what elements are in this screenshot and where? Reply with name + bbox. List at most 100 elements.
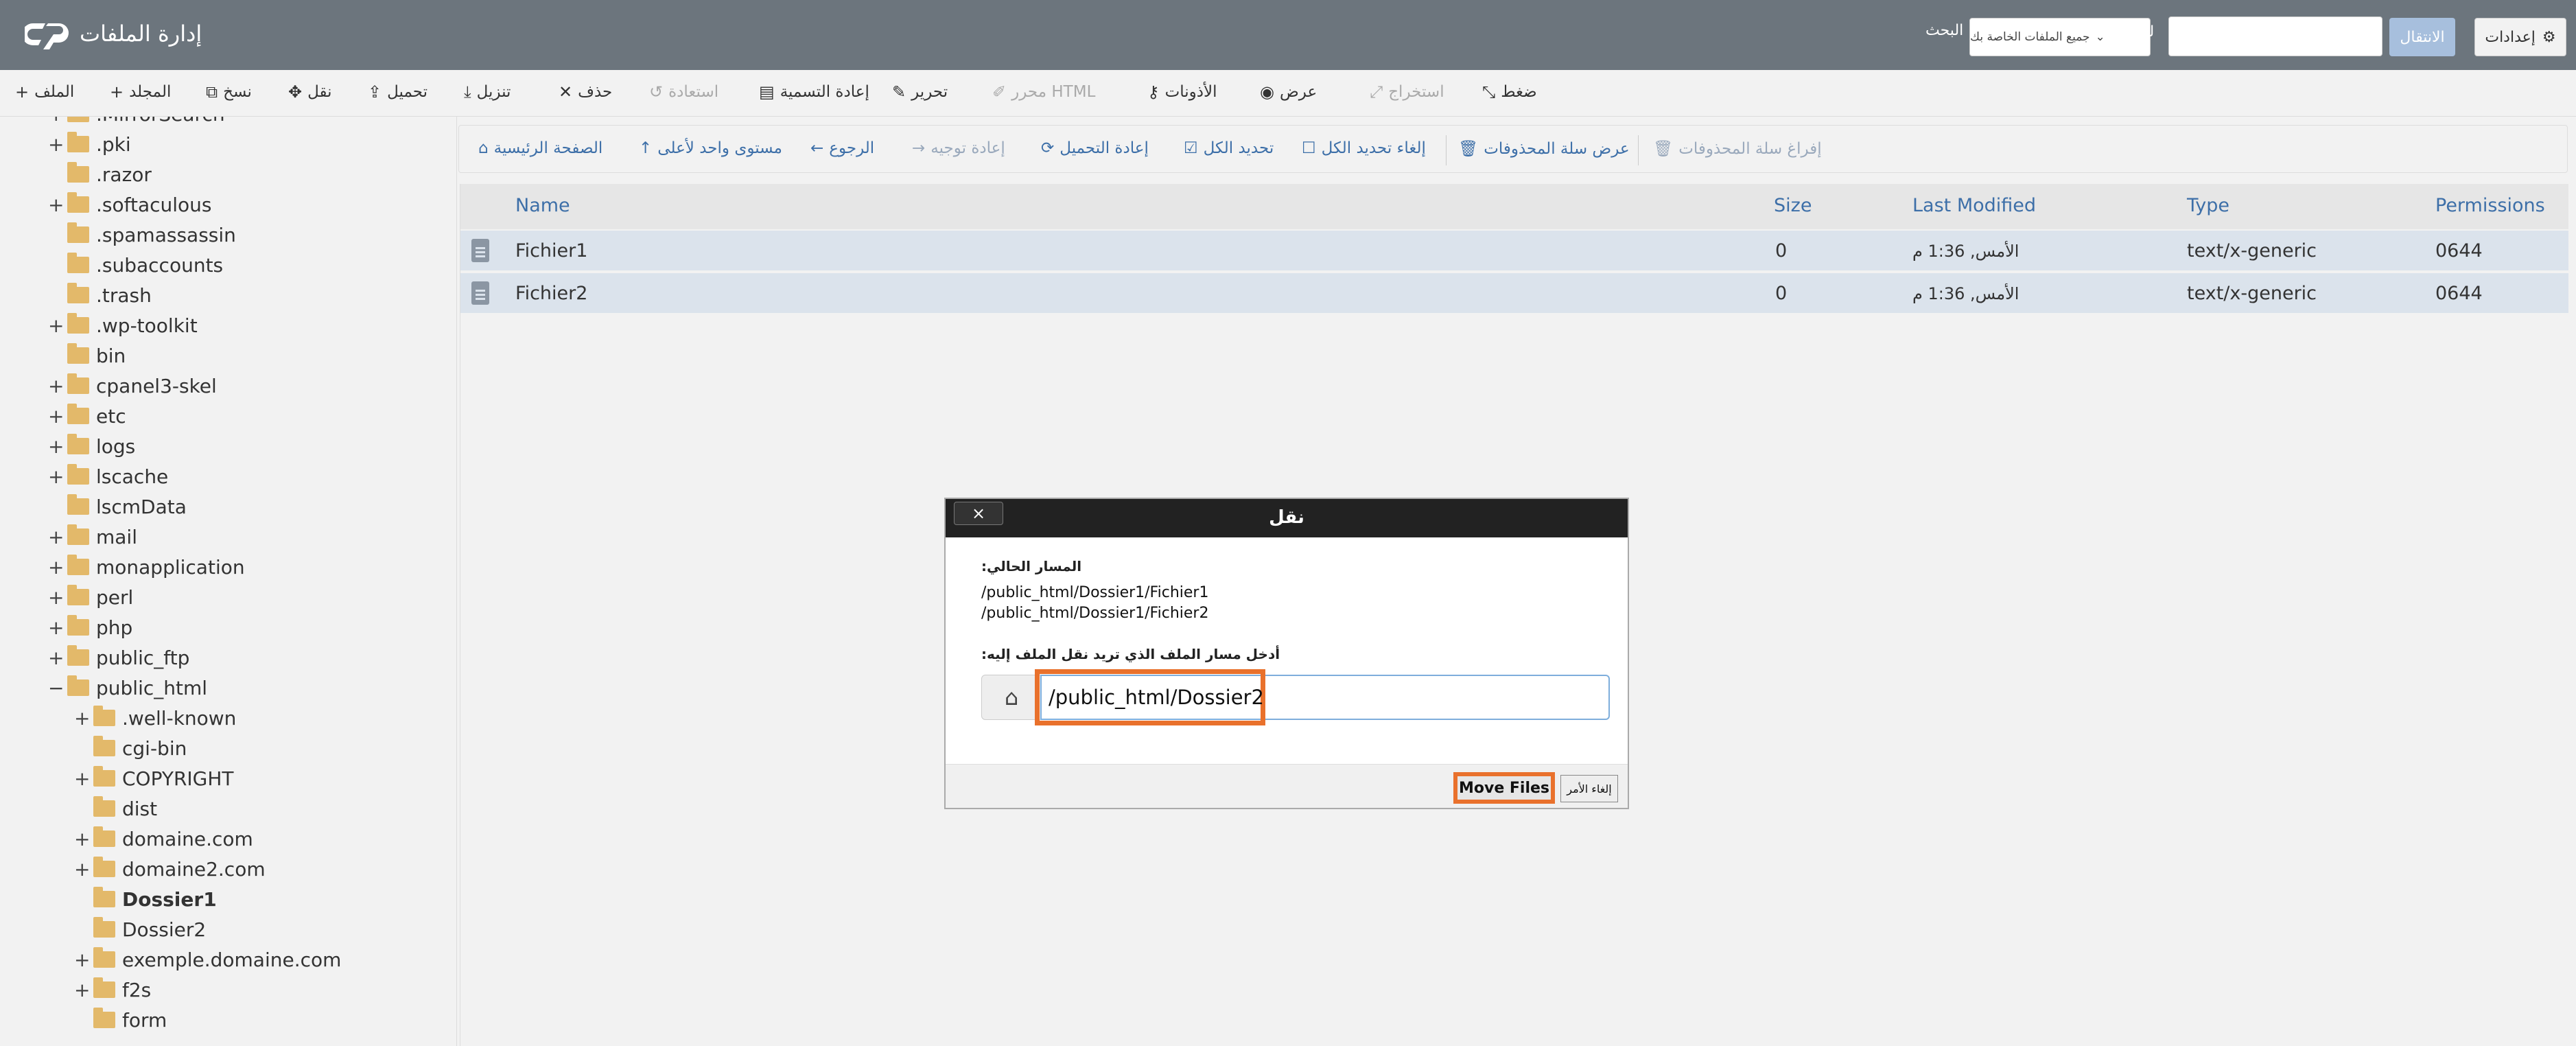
folder-icon <box>67 132 89 152</box>
new-file-button[interactable]: + الملف <box>15 82 74 102</box>
tree-item[interactable]: + .pki <box>48 130 131 158</box>
move-files-button[interactable]: Move Files <box>1453 772 1555 804</box>
select-all-button[interactable]: ☑ تحديد الكل <box>1184 139 1274 157</box>
expand-icon[interactable]: + <box>74 707 90 730</box>
tree-item-label: form <box>122 1008 167 1032</box>
column-name[interactable]: Name <box>515 195 570 216</box>
collapse-icon[interactable]: − <box>48 677 64 699</box>
tree-item[interactable]: + perl <box>48 583 133 611</box>
tree-item[interactable]: + logs <box>48 432 135 460</box>
column-size[interactable]: Size <box>1774 195 1812 216</box>
folder-icon <box>93 857 115 877</box>
tree-item[interactable]: + mail <box>48 523 137 550</box>
column-last-modified[interactable]: Last Modified <box>1912 195 2036 216</box>
expand-icon[interactable]: + <box>48 117 64 126</box>
column-permissions[interactable]: Permissions <box>2435 195 2545 216</box>
expand-icon[interactable]: + <box>48 194 64 216</box>
rename-button[interactable]: ▤ إعادة التسمية <box>759 82 869 102</box>
tree-item[interactable]: form <box>74 1006 167 1034</box>
tree-item[interactable]: + domaine2.com <box>74 855 266 883</box>
expand-icon[interactable]: + <box>48 405 64 428</box>
edit-button[interactable]: ✎ تحرير <box>892 82 948 102</box>
expand-icon[interactable]: + <box>48 375 64 397</box>
expand-icon[interactable]: + <box>48 465 64 488</box>
dialog-title: نقل <box>1269 507 1304 528</box>
delete-button[interactable]: ✕ حذف <box>559 82 612 102</box>
expand-icon[interactable]: + <box>74 828 90 850</box>
tree-item[interactable]: lscmData <box>48 493 187 520</box>
search-input[interactable] <box>2168 16 2382 56</box>
search-scope-select[interactable]: ⌄ جميع الملفات الخاصة بك <box>1969 18 2151 56</box>
tree-item[interactable]: + .wp-toolkit <box>48 312 198 339</box>
up-one-level-button[interactable]: ↑ مستوى واحد لأعلى <box>639 139 782 157</box>
new-folder-button[interactable]: + المجلد <box>110 82 171 102</box>
download-button[interactable]: ⤓ تنزيل <box>464 82 511 102</box>
tree-item[interactable]: + etc <box>48 402 126 430</box>
tree-item[interactable]: + f2s <box>74 976 151 1003</box>
expand-icon[interactable]: + <box>48 556 64 579</box>
tree-item[interactable]: + public_ftp <box>48 644 189 671</box>
compress-button[interactable]: ⤡ ضغط <box>1482 82 1537 102</box>
tree-item-label: perl <box>96 585 134 609</box>
column-type[interactable]: Type <box>2187 195 2229 216</box>
expand-icon[interactable]: + <box>74 858 90 881</box>
forward-button[interactable]: → إعادة توجيه <box>912 139 1005 157</box>
expand-icon[interactable]: + <box>48 526 64 548</box>
expand-icon[interactable]: + <box>48 586 64 609</box>
settings-button[interactable]: إعدادات ⚙ <box>2474 18 2566 56</box>
home-icon: ⌂ <box>981 675 1042 720</box>
tree-item[interactable]: + .softaculous <box>48 191 212 218</box>
expand-icon[interactable]: + <box>74 979 90 1001</box>
tree-item[interactable]: dist <box>74 795 157 822</box>
tree-item[interactable]: + domaine.com <box>74 825 253 852</box>
tree-item[interactable]: Dossier1 <box>74 885 217 913</box>
back-button[interactable]: ← الرجوع <box>810 139 874 157</box>
expand-icon[interactable]: + <box>48 647 64 669</box>
close-icon[interactable]: × <box>954 502 1003 525</box>
unselect-all-button[interactable]: ☐ إلغاء تحديد الكل <box>1302 139 1426 157</box>
home-nav-button[interactable]: ⌂ الصفحة الرئيسية <box>478 139 602 157</box>
table-row[interactable]: Fichier2 0 الأمس, 1:36 م text/x-generic … <box>460 273 2568 314</box>
tree-item[interactable]: cgi-bin <box>74 734 187 762</box>
upload-button[interactable]: ⇪ تحميل <box>368 82 428 102</box>
tree-item[interactable]: + COPYRIGHT <box>74 765 234 792</box>
tree-item[interactable]: + php <box>48 614 132 641</box>
expand-icon[interactable]: + <box>48 616 64 639</box>
permissions-button[interactable]: ⚷ الأذونات <box>1147 82 1217 102</box>
tree-item[interactable]: + .MirrorSearch <box>48 117 225 128</box>
table-row[interactable]: Fichier1 0 الأمس, 1:36 م text/x-generic … <box>460 231 2568 272</box>
tree-item[interactable]: + .well-known <box>74 704 236 732</box>
expand-icon[interactable]: + <box>48 314 64 337</box>
folder-icon <box>93 947 115 968</box>
view-button[interactable]: ◉ عرض <box>1260 82 1317 102</box>
tree-item[interactable]: .trash <box>48 281 152 309</box>
cpanel-logo-icon[interactable] <box>25 19 69 51</box>
move-button[interactable]: ✥ نقل <box>288 82 332 102</box>
cancel-button[interactable]: إلغاء الأمر <box>1560 775 1618 802</box>
tree-item[interactable]: + exemple.domaine.com <box>74 946 341 973</box>
tree-item[interactable]: − public_html <box>48 674 207 701</box>
tree-item-label: .pki <box>96 132 131 156</box>
copy-icon: ⧉ <box>206 82 218 102</box>
tree-item[interactable]: .razor <box>48 161 152 188</box>
expand-icon[interactable]: + <box>48 435 64 458</box>
html-editor-button[interactable]: ✐ محرر HTML <box>992 82 1095 102</box>
tree-item[interactable]: + monapplication <box>48 553 245 581</box>
copy-button[interactable]: ⧉ نسخ <box>206 82 252 102</box>
expand-icon[interactable]: + <box>48 133 64 156</box>
extract-button[interactable]: ⤢ استخراج <box>1370 82 1444 102</box>
tree-item[interactable]: + cpanel3-skel <box>48 372 217 399</box>
go-button[interactable]: الانتقال <box>2389 18 2455 56</box>
empty-trash-button[interactable]: 🗑 إفراغ سلة المحذوفات <box>1653 139 1822 159</box>
tree-item[interactable]: .subaccounts <box>48 251 223 279</box>
tree-item[interactable]: .spamassassin <box>48 221 236 248</box>
expand-icon[interactable]: + <box>74 949 90 971</box>
tree-item[interactable]: + lscache <box>48 463 168 490</box>
reload-button[interactable]: ⟳ إعادة التحميل <box>1041 139 1149 157</box>
restore-button[interactable]: ↺ استعادة <box>649 82 718 102</box>
folder-icon <box>93 766 115 787</box>
view-trash-button[interactable]: 🗑 عرض سلة المحذوفات <box>1458 139 1630 159</box>
tree-item[interactable]: bin <box>48 342 126 369</box>
expand-icon[interactable]: + <box>74 767 90 790</box>
tree-item[interactable]: Dossier2 <box>74 916 206 943</box>
